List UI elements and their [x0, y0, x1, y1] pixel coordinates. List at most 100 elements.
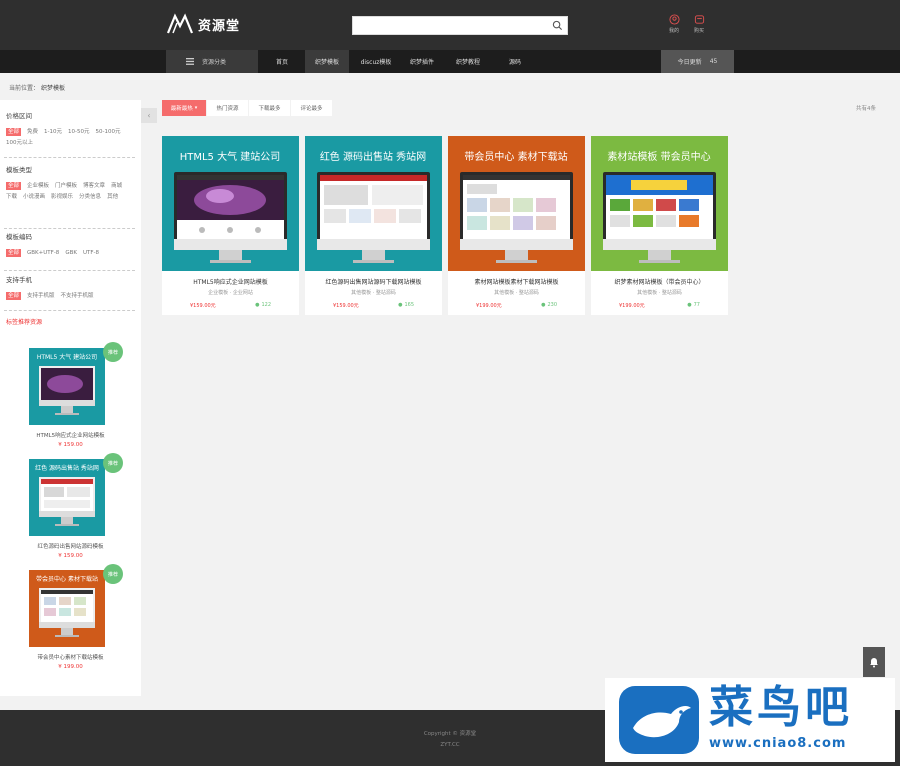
search-input[interactable]	[353, 17, 549, 34]
filter-option[interactable]: 免费	[27, 128, 38, 136]
logo-mark-icon	[166, 13, 194, 34]
cart-button[interactable]: 购买	[688, 14, 710, 34]
filter-option[interactable]: 门户模板	[55, 182, 77, 190]
nav-item-dede-tutorials[interactable]: 织梦教程	[446, 50, 490, 73]
recommend-link[interactable]: 标签推荐资源	[6, 317, 42, 326]
collapse-sidebar-button[interactable]: ‹	[141, 108, 157, 123]
filter-option[interactable]: UTF-8	[83, 249, 99, 257]
filter-type: 模板类型 全部 企业模板 门户模板 博客文章 商城 下载 小说漫画 影视娱乐 分…	[0, 164, 141, 201]
nav-item-dede-plugins[interactable]: 织梦插件	[401, 50, 443, 73]
tab-downloads[interactable]: 下载最多	[249, 100, 290, 116]
monitor-preview-icon: 带会员中心 素材下载站	[460, 150, 573, 263]
recommend-title[interactable]: HTML5响应式企业网站模板	[18, 431, 123, 439]
filter-option[interactable]: GBK	[65, 249, 77, 257]
card-thumbnail[interactable]: 素材站模板 带会员中心	[591, 136, 728, 271]
category-menu-button[interactable]: 资源分类	[166, 50, 258, 73]
site-logo[interactable]: 资源堂	[166, 12, 240, 36]
filter-option[interactable]: 100元以上	[6, 139, 33, 147]
filter-option[interactable]: 下载	[6, 193, 17, 201]
card-views: ● 165	[398, 302, 414, 308]
filter-option[interactable]: 企业模板	[27, 182, 49, 190]
card-views-count: 230	[547, 302, 557, 308]
card-price: ¥159.00元	[190, 303, 216, 309]
recommend-thumbnail[interactable]: HTML5 大气 建站公司	[29, 348, 105, 425]
filter-mobile: 支持手机 全部 支持手机版 不支持手机版	[0, 274, 141, 300]
breadcrumb-current[interactable]: 织梦模板	[41, 85, 65, 92]
breadcrumb: 当前位置： 织梦模板	[9, 83, 65, 92]
chevron-down-icon: ▾	[194, 105, 198, 111]
filter-option[interactable]: 50-100元	[96, 128, 121, 136]
eye-icon: ●	[541, 302, 546, 308]
divider	[4, 270, 135, 271]
tab-popular[interactable]: 热门资源	[207, 100, 248, 116]
recommend-badge: 推荐	[103, 453, 123, 473]
card-title[interactable]: HTML5响应式企业网站模板	[168, 277, 293, 286]
watermark-url: www.cniao8.com	[709, 736, 847, 751]
today-update-count: 45	[709, 58, 718, 65]
chevron-left-icon: ‹	[147, 111, 151, 120]
resource-card[interactable]: 素材站模板 带会员中心 织梦素材网站模板（带会员中心） 其他模板 · 整站源码 …	[591, 136, 728, 315]
card-thumbnail[interactable]: 红色 源码出售站 秀站网	[305, 136, 442, 271]
category-menu-label: 资源分类	[202, 59, 227, 66]
monitor-preview-icon: 红色 源码出售站 秀站网	[317, 150, 430, 263]
resource-card[interactable]: 带会员中心 素材下载站 素材网站模板素材下载网站模板 其他模板 · 整站源码 ¥…	[448, 136, 585, 315]
card-banner: 素材站模板 带会员中心	[607, 150, 710, 163]
filter-option[interactable]: 商城	[111, 182, 122, 190]
menu-icon	[186, 58, 194, 65]
card-views-count: 122	[261, 302, 271, 308]
card-title[interactable]: 素材网站模板素材下载网站模板	[454, 277, 579, 286]
card-price: ¥199.00元	[619, 303, 645, 309]
today-update-button[interactable]: 今日更新 45	[661, 50, 734, 73]
user-button[interactable]: 我的	[663, 14, 685, 34]
card-title[interactable]: 红色源码出售网站源码下载网站模板	[311, 277, 436, 286]
recommend-thumbnail[interactable]: 红色 源码出售站 秀站网	[29, 459, 105, 536]
search-icon[interactable]	[552, 20, 563, 31]
recommend-title[interactable]: 红色源码出售网站源码模板	[18, 542, 123, 550]
filter-option[interactable]: 影视娱乐	[51, 193, 73, 201]
filter-option[interactable]: 其他	[107, 193, 118, 201]
filter-option[interactable]: 小说漫画	[23, 193, 45, 201]
filter-option[interactable]: 博客文章	[83, 182, 105, 190]
tab-latest[interactable]: 最新最热 ▾	[162, 100, 206, 116]
filter-option[interactable]: 1-10元	[44, 128, 62, 136]
recommend-thumbnail[interactable]: 带会员中心 素材下载站	[29, 570, 105, 647]
filter-option[interactable]: 支持手机版	[27, 292, 55, 300]
filter-encoding-title: 模板编码	[6, 233, 32, 241]
card-thumbnail[interactable]: 带会员中心 素材下载站	[448, 136, 585, 271]
card-thumbnail[interactable]: HTML5 大气 建站公司	[162, 136, 299, 271]
nav-item-dede-templates[interactable]: 织梦模板	[305, 50, 349, 73]
search-box	[352, 16, 568, 35]
float-bell-button[interactable]	[863, 647, 885, 677]
card-views: ● 230	[541, 302, 557, 308]
cart-button-label: 购买	[693, 28, 704, 34]
user-icon	[668, 14, 680, 25]
card-price: ¥159.00元	[333, 303, 359, 309]
card-banner: HTML5 大气 建站公司	[180, 150, 281, 163]
filter-option[interactable]: GBK+UTF-8	[27, 249, 59, 257]
bird-logo-icon	[619, 686, 699, 754]
resource-card[interactable]: HTML5 大气 建站公司 HTML5响应式企业网站模板 企业模板 · 企业网站…	[162, 136, 299, 315]
filter-option[interactable]: 全部	[6, 292, 22, 300]
filter-option[interactable]: 全部	[6, 182, 22, 190]
filter-option[interactable]: 分类信息	[79, 193, 101, 201]
svg-text:带会员中心 素材下载站: 带会员中心 素材下载站	[36, 575, 98, 583]
card-title[interactable]: 织梦素材网站模板（带会员中心）	[597, 277, 722, 286]
resource-card[interactable]: 红色 源码出售站 秀站网 红色源码出售网站源码下载网站模板 其他模板 · 整站源…	[305, 136, 442, 315]
nav-item-discuz-templates[interactable]: discuz模板	[352, 50, 400, 73]
filter-option[interactable]: 10-50元	[68, 128, 89, 136]
eye-icon: ●	[255, 302, 260, 308]
monitor-thumbnail-icon: HTML5 大气 建站公司	[37, 353, 97, 415]
eye-icon: ●	[687, 302, 692, 308]
card-category: 其他模板 · 整站源码	[351, 290, 396, 296]
filter-option[interactable]: 全部	[6, 249, 22, 257]
recommend-title[interactable]: 带会员中心素材下载站模板	[18, 653, 123, 661]
sort-tabs: 最新最热 ▾ 热门资源 下载最多 评论最多	[162, 100, 332, 116]
filter-option[interactable]: 全部	[6, 128, 22, 136]
filter-option[interactable]: 不支持手机版	[61, 292, 94, 300]
monitor-thumbnail-icon: 带会员中心 素材下载站	[36, 575, 98, 637]
card-views-count: 77	[693, 302, 700, 308]
tab-comments[interactable]: 评论最多	[291, 100, 332, 116]
nav-item-source-code[interactable]: 源码	[495, 50, 535, 73]
card-price: ¥199.00元	[476, 303, 502, 309]
nav-item-home[interactable]: 首页	[262, 50, 302, 73]
